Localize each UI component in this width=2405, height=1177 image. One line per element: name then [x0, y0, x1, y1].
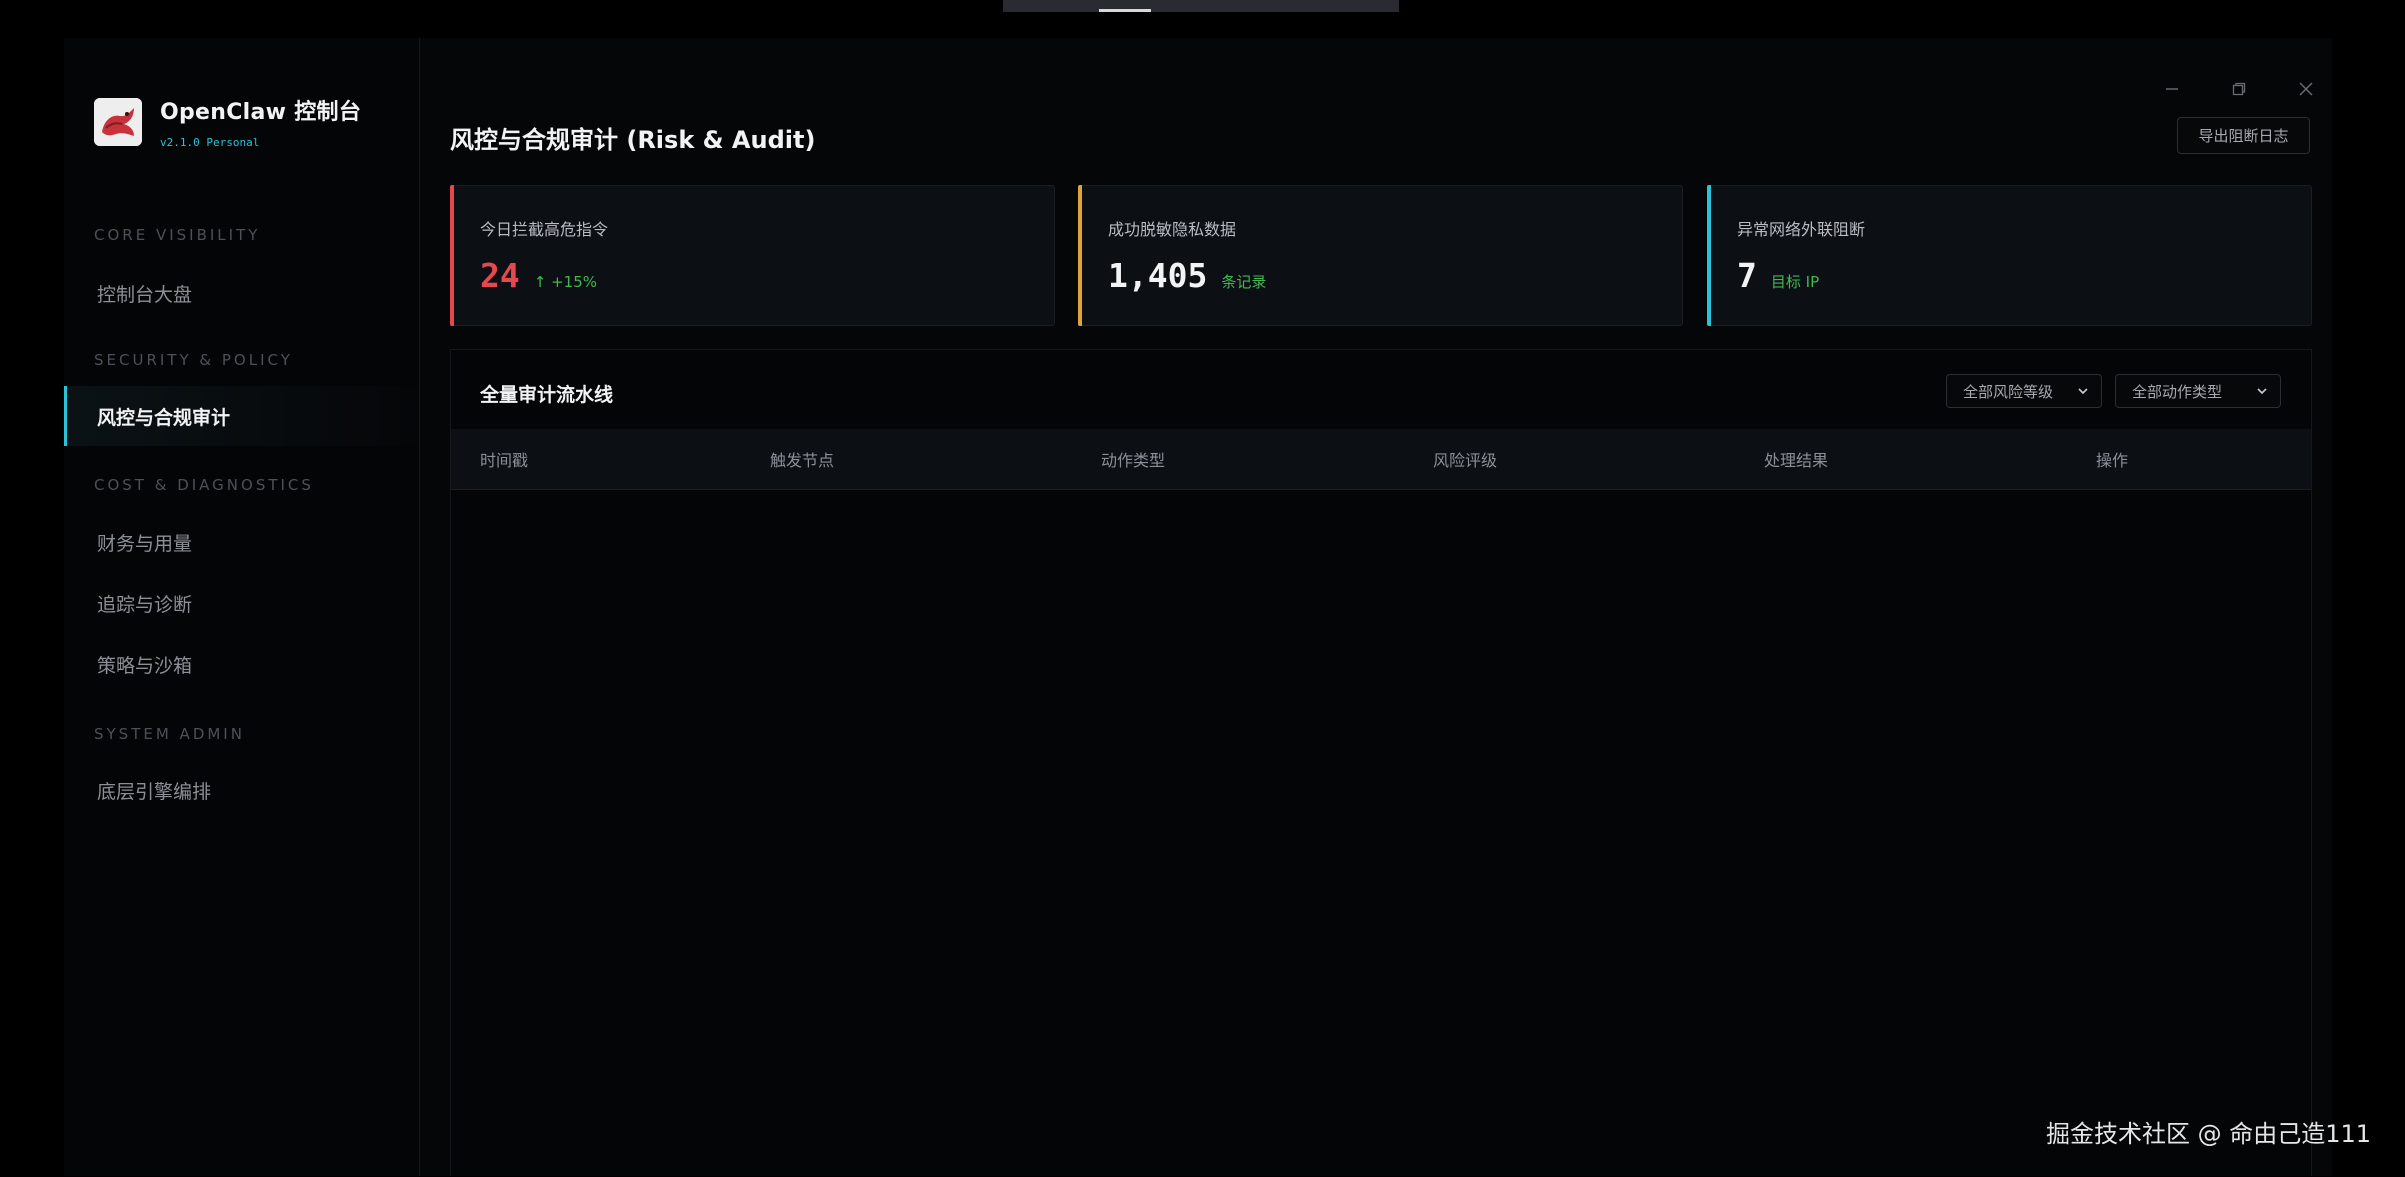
card-label: 成功脱敏隐私数据 — [1108, 220, 1237, 239]
sidebar-item-risk-audit[interactable]: 风控与合规审计 — [64, 386, 419, 446]
sidebar-item-label: 控制台大盘 — [97, 283, 193, 306]
sidebar-item-label: 追踪与诊断 — [97, 593, 193, 616]
column-header-action-type[interactable]: 动作类型 — [1101, 429, 1165, 489]
export-block-log-button[interactable]: 导出阻断日志 — [2177, 117, 2310, 154]
sidebar-item-finance-usage[interactable]: 财务与用量 — [64, 512, 419, 572]
table-body — [451, 490, 2311, 1177]
audit-table-panel: 全量审计流水线 全部风险等级 全部动作类型 时间戳 触发节点 动作类型 风险评级… — [450, 349, 2312, 1176]
column-header-actions: 操作 — [2096, 451, 2129, 470]
column-header-trigger-node[interactable]: 触发节点 — [770, 429, 834, 489]
nav-group-cost-diagnostics: COST & DIAGNOSTICS — [94, 476, 314, 494]
screen-share-indicator — [1099, 9, 1151, 12]
risk-level-select[interactable]: 全部风险等级 — [1946, 374, 2102, 408]
card-accent — [1078, 185, 1082, 326]
column-header-result[interactable]: 处理结果 — [1764, 429, 1828, 489]
nav-group-security-policy: SECURITY & POLICY — [94, 351, 293, 369]
sidebar-item-label: 底层引擎编排 — [97, 780, 212, 803]
action-type-select[interactable]: 全部动作类型 — [2115, 374, 2281, 408]
openclaw-logo-icon — [94, 97, 142, 146]
sidebar-item-label: 财务与用量 — [97, 532, 193, 555]
nav-group-system-admin: SYSTEM ADMIN — [94, 725, 245, 743]
card-trend: ↑ +15% — [533, 273, 597, 291]
card-value: 1,405 — [1108, 256, 1208, 295]
close-icon — [2299, 82, 2313, 96]
screen-share-bar — [1003, 0, 1399, 12]
sidebar-item-policy-sandbox[interactable]: 策略与沙箱 — [64, 634, 419, 694]
brand-version: v2.1.0 Personal — [160, 136, 260, 149]
chevron-down-icon — [2257, 388, 2267, 395]
stat-card-blocked-commands: 今日拦截高危指令 24 ↑ +15% — [450, 185, 1055, 326]
table-title: 全量审计流水线 — [480, 384, 614, 406]
nav-group-core-visibility: CORE VISIBILITY — [94, 226, 261, 244]
watermark: 掘金技术社区 @ 命由己造111 — [2046, 1120, 2372, 1148]
restore-icon — [2232, 82, 2246, 96]
close-button[interactable] — [2291, 74, 2321, 104]
brand-title: OpenClaw 控制台 — [160, 100, 362, 125]
restore-button[interactable] — [2224, 74, 2254, 104]
card-value: 7 — [1737, 256, 1757, 295]
minimize-icon — [2166, 88, 2178, 90]
sidebar-item-engine-orchestration[interactable]: 底层引擎编排 — [64, 760, 419, 820]
card-unit: 目标 IP — [1770, 273, 1820, 291]
sidebar-item-trace-diagnose[interactable]: 追踪与诊断 — [64, 573, 419, 633]
card-accent — [1707, 185, 1711, 326]
app-window: OpenClaw 控制台 v2.1.0 Personal CORE VISIBI… — [64, 38, 2332, 1176]
stat-card-desensitized-data: 成功脱敏隐私数据 1,405 条记录 — [1078, 185, 1683, 326]
chevron-down-icon — [2078, 388, 2088, 395]
column-header-risk-rating[interactable]: 风险评级 — [1433, 429, 1497, 489]
stat-card-network-blocked: 异常网络外联阻断 7 目标 IP — [1707, 185, 2312, 326]
minimize-button[interactable] — [2157, 74, 2187, 104]
card-label: 异常网络外联阻断 — [1737, 220, 1866, 239]
card-label: 今日拦截高危指令 — [480, 220, 609, 239]
sidebar: OpenClaw 控制台 v2.1.0 Personal CORE VISIBI… — [64, 38, 420, 1176]
page-title: 风控与合规审计 (Risk & Audit) — [450, 126, 816, 154]
sidebar-item-dashboard[interactable]: 控制台大盘 — [64, 263, 419, 323]
card-value: 24 — [480, 256, 520, 295]
risk-level-select-value: 全部风险等级 — [1963, 382, 2054, 401]
sidebar-item-label: 策略与沙箱 — [97, 654, 193, 677]
brand: OpenClaw 控制台 v2.1.0 Personal — [94, 94, 361, 149]
sidebar-item-label: 风控与合规审计 — [97, 406, 231, 429]
column-header-timestamp[interactable]: 时间戳 — [480, 429, 528, 489]
action-type-select-value: 全部动作类型 — [2132, 382, 2223, 401]
card-unit: 条记录 — [1221, 273, 1267, 291]
table-header: 时间戳 触发节点 动作类型 风险评级 处理结果 操作 — [451, 429, 2311, 490]
card-accent — [450, 185, 454, 326]
